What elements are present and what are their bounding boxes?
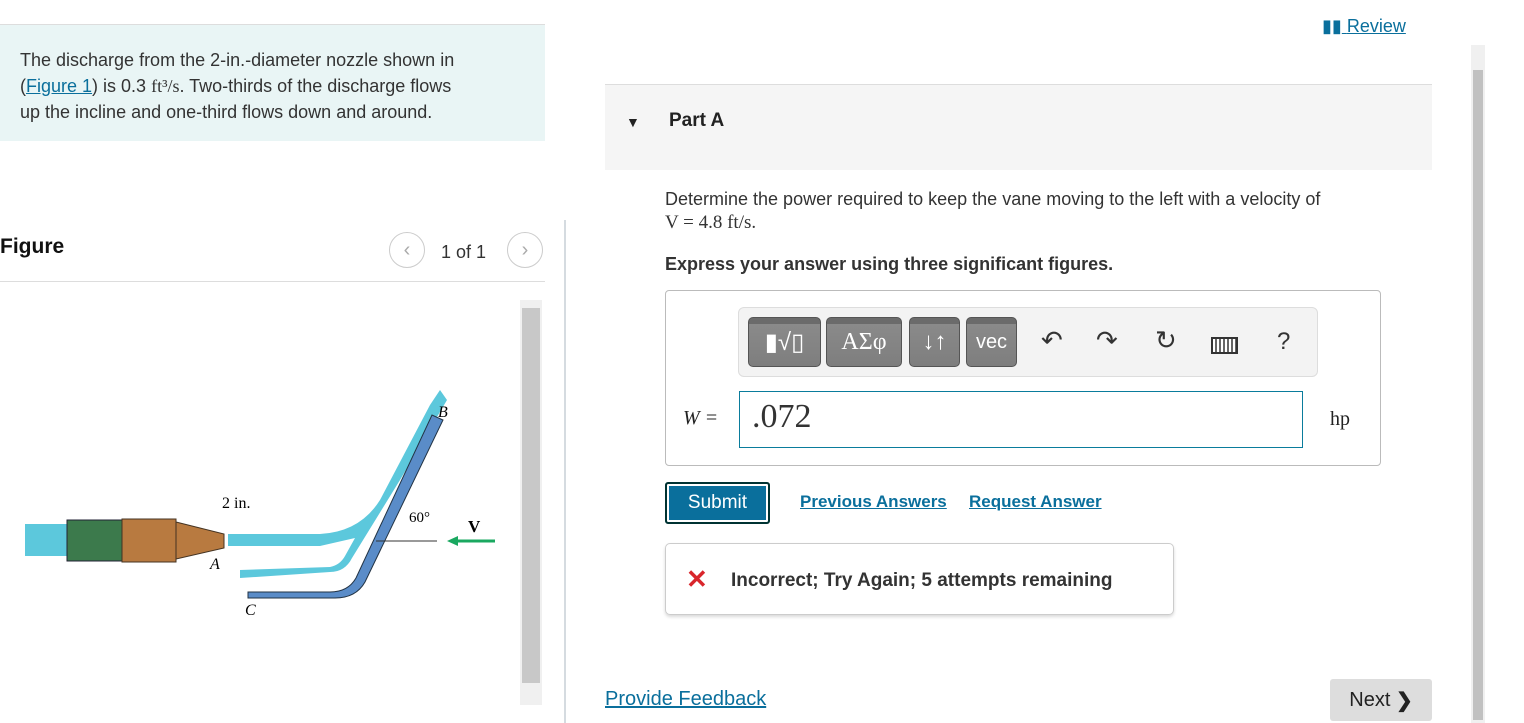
submit-button[interactable]: Submit [665, 482, 770, 524]
greek-button[interactable]: ΑΣφ [826, 317, 902, 367]
divider [0, 281, 545, 282]
velocity-arrowhead [447, 536, 458, 546]
page-scroll-thumb[interactable] [1473, 70, 1483, 720]
scroll-thumb[interactable] [522, 308, 540, 683]
unit-label: hp [1330, 408, 1350, 430]
question-velocity: V = 4.8 ft/s. [665, 212, 757, 233]
review-label: Review [1346, 16, 1406, 36]
part-label: Part A [669, 110, 725, 131]
question-line: Determine the power required to keep the… [665, 189, 1321, 209]
problem-statement: The discharge from the 2-in.-diameter no… [0, 24, 545, 141]
problem-text: . Two-thirds of the discharge flows [179, 76, 452, 96]
next-figure-button[interactable]: › [507, 232, 543, 268]
feedback-text: Incorrect; Try Again; 5 attempts remaini… [731, 570, 1113, 591]
vec-button[interactable]: vec [966, 317, 1017, 367]
nozzle-tip [175, 521, 225, 560]
label-c: C [245, 602, 256, 619]
angle-label: 60° [409, 510, 430, 526]
arrows-button[interactable]: ↓↑ [909, 317, 960, 367]
figure-image: 2 in. A B C 60° V [25, 390, 495, 619]
caret-down-icon[interactable]: ▼ [626, 114, 640, 130]
figure-link[interactable]: Figure 1 [26, 76, 92, 96]
chevron-left-icon: ‹ [403, 238, 411, 261]
w-label: W = [683, 407, 719, 429]
prev-figure-button[interactable]: ‹ [389, 232, 425, 268]
problem-text: ) is 0.3 [92, 76, 152, 96]
chevron-right-icon: › [521, 238, 529, 261]
provide-feedback-link[interactable]: Provide Feedback [605, 688, 766, 711]
next-label: Next [1349, 688, 1391, 711]
hose [66, 519, 123, 562]
question-text: Determine the power required to keep the… [665, 187, 1320, 235]
next-button[interactable]: Next ❯ [1330, 679, 1432, 721]
undo-icon[interactable]: ↶ [1041, 325, 1063, 356]
panel-divider[interactable] [564, 220, 566, 723]
answer-label: W = [683, 407, 718, 430]
previous-answers-link[interactable]: Previous Answers [800, 492, 947, 512]
page-scrollbar[interactable] [1471, 45, 1485, 723]
figure-counter: 1 of 1 [441, 242, 487, 262]
part-a-header[interactable] [605, 84, 1432, 170]
figure-scrollbar[interactable] [520, 300, 542, 705]
chevron-right-icon: ❯ [1395, 689, 1413, 712]
figure-title: Figure [0, 235, 65, 258]
answer-input[interactable]: .072 [739, 391, 1303, 448]
inlet-water [25, 524, 70, 556]
label-b: B [438, 404, 448, 421]
reset-icon[interactable]: ↻ [1155, 325, 1177, 356]
velocity-label: V [468, 517, 481, 536]
book-icon: ▮▮ [1322, 16, 1342, 36]
request-answer-link[interactable]: Request Answer [969, 492, 1102, 512]
review-link[interactable]: ▮▮ Review [1322, 16, 1406, 37]
problem-text: The discharge from the 2-in.-diameter no… [20, 50, 455, 70]
nozzle-body [121, 518, 177, 563]
problem-text: up the incline and one-third flows down … [20, 102, 433, 122]
keyboard-icon[interactable] [1211, 337, 1238, 354]
water-jet [228, 390, 447, 578]
label-a: A [209, 556, 220, 573]
help-button[interactable]: ? [1277, 328, 1290, 356]
diameter-label: 2 in. [222, 495, 250, 512]
templates-button[interactable]: ▮√▯ [748, 317, 821, 367]
instruction: Express your answer using three signific… [665, 254, 1114, 274]
redo-icon[interactable]: ↷ [1096, 325, 1118, 356]
x-icon: ✕ [686, 564, 708, 594]
flow-unit: ft³/s [151, 76, 180, 96]
